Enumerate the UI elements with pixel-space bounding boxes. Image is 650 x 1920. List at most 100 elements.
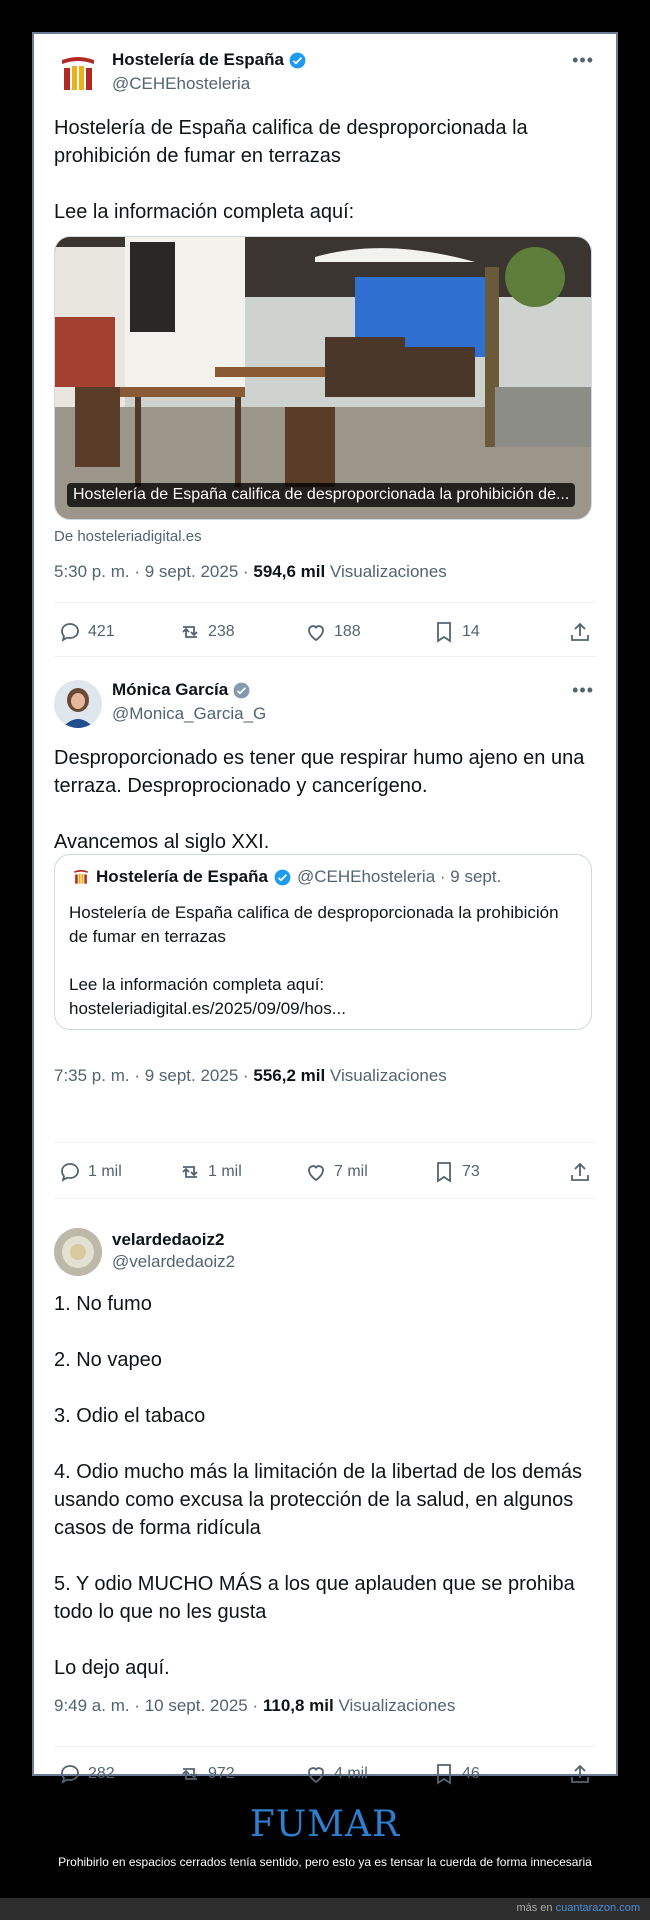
tweet-text: Desproporcionado es tener que respirar h… — [54, 747, 585, 853]
share-button[interactable] — [568, 1762, 592, 1786]
reply-button[interactable]: 421 — [58, 620, 115, 644]
retweet-count: 238 — [208, 623, 235, 640]
tweet-meta: 7:35 p. m. · 9 sept. 2025 · 556,2 mil Vi… — [54, 1066, 447, 1086]
quoted-handle[interactable]: @CEHEhosteleria · 9 sept. — [297, 867, 501, 887]
handle[interactable]: @Monica_Garcia_G — [112, 704, 266, 724]
bookmark-icon — [437, 1764, 451, 1785]
like-count: 4 mil — [334, 1765, 368, 1782]
tweet-monica-garcia[interactable]: Mónica García @Monica_Garcia_G ••• Despr… — [34, 668, 616, 1202]
bookmark-button[interactable]: 46 — [432, 1762, 480, 1786]
card-caption: Hostelería de España califica de desprop… — [67, 483, 576, 507]
bookmark-count: 14 — [462, 623, 480, 640]
site-link[interactable]: cuantarazon.com — [556, 1902, 640, 1914]
profile-photo — [54, 680, 102, 728]
tweet-meta: 5:30 p. m. · 9 sept. 2025 · 594,6 mil Vi… — [54, 562, 447, 582]
like-button[interactable]: 188 — [304, 620, 361, 644]
like-icon — [308, 1165, 324, 1182]
bookmark-icon — [437, 622, 451, 643]
avatar[interactable] — [54, 50, 102, 98]
timestamp[interactable]: 9:49 a. m. · 10 sept. 2025 · — [54, 1696, 263, 1715]
reply-icon — [61, 1163, 79, 1182]
retweet-icon — [182, 626, 198, 638]
share-icon — [571, 1764, 589, 1783]
retweet-icon — [182, 1166, 198, 1178]
reply-count: 1 mil — [88, 1163, 122, 1180]
reply-icon — [61, 1765, 79, 1784]
action-bar: 1 mil 1 mil 7 mil 73 — [54, 1152, 596, 1192]
share-button[interactable] — [568, 620, 592, 644]
hosteleria-logo-icon — [62, 57, 94, 90]
bookmark-button[interactable]: 14 — [432, 620, 480, 644]
display-name[interactable]: Hostelería de España — [112, 50, 284, 70]
post-title: FUMAR — [249, 1804, 401, 1845]
verified-icon — [274, 869, 291, 885]
divider — [54, 1142, 596, 1143]
retweet-icon — [182, 1768, 198, 1780]
post-subtitle: Prohibirlo en espacios cerrados tenía se… — [58, 1855, 592, 1869]
reply-count: 282 — [88, 1765, 115, 1782]
view-count: 556,2 mil — [253, 1066, 326, 1085]
like-count: 7 mil — [334, 1163, 368, 1180]
screenshot-frame: Hostelería de España @CEHEhosteleria •••… — [32, 32, 618, 1785]
retweet-button[interactable]: 972 — [178, 1762, 235, 1786]
card-source[interactable]: De hosteleriadigital.es — [54, 528, 202, 545]
action-bar: 421 238 188 14 — [54, 612, 596, 652]
tweet-meta: 9:49 a. m. · 10 sept. 2025 · 110,8 mil V… — [54, 1696, 455, 1716]
quoted-name[interactable]: Hostelería de España — [96, 867, 268, 887]
tweet-text: 1. No fumo 2. No vapeo 3. Odio el tabaco… — [54, 1293, 583, 1679]
more-icon[interactable]: ••• — [572, 50, 594, 71]
retweet-button[interactable]: 1 mil — [178, 1160, 242, 1184]
divider — [54, 1746, 596, 1747]
views-label: Visualizaciones — [325, 562, 447, 581]
more-icon[interactable]: ••• — [572, 680, 594, 701]
reply-button[interactable]: 1 mil — [58, 1160, 122, 1184]
verified-icon — [289, 52, 306, 68]
quoted-text: Hostelería de España califica de desprop… — [69, 903, 559, 1018]
tweet-text: Hostelería de España califica de desprop… — [54, 117, 528, 223]
reply-icon — [61, 623, 79, 642]
like-icon — [308, 625, 324, 642]
handle[interactable]: @CEHEhosteleria — [112, 74, 250, 94]
view-count: 594,6 mil — [253, 562, 326, 581]
display-name[interactable]: Mónica García — [112, 680, 228, 700]
like-count: 188 — [334, 623, 361, 640]
terrace-photo — [55, 237, 591, 519]
profile-photo — [54, 1228, 102, 1276]
views-label: Visualizaciones — [333, 1696, 456, 1715]
like-button[interactable]: 4 mil — [304, 1762, 368, 1786]
handle[interactable]: @velardedaoiz2 — [112, 1252, 235, 1272]
like-icon — [308, 1767, 324, 1784]
site-credit: más en cuantarazon.com — [516, 1902, 640, 1914]
bookmark-icon — [437, 1162, 451, 1183]
share-icon — [571, 622, 589, 641]
action-bar: 282 972 4 mil 46 — [54, 1754, 596, 1794]
link-card[interactable]: Hostelería de España califica de desprop… — [54, 236, 592, 520]
share-icon — [571, 1162, 589, 1181]
hosteleria-logo-icon — [74, 869, 88, 884]
divider — [54, 602, 596, 603]
bookmark-count: 73 — [462, 1163, 480, 1180]
display-name[interactable]: velardedaoiz2 — [112, 1230, 224, 1250]
tweet-hosteleria[interactable]: Hostelería de España @CEHEhosteleria •••… — [34, 34, 616, 668]
avatar[interactable] — [54, 1228, 102, 1276]
like-button[interactable]: 7 mil — [304, 1160, 368, 1184]
verified-icon — [233, 682, 250, 698]
reply-count: 421 — [88, 623, 115, 640]
divider — [54, 656, 596, 657]
divider — [54, 1198, 596, 1199]
avatar[interactable] — [54, 680, 102, 728]
retweet-count: 972 — [208, 1765, 235, 1782]
quoted-tweet[interactable]: Hostelería de España @CEHEhosteleria · 9… — [54, 854, 592, 1030]
retweet-button[interactable]: 238 — [178, 620, 235, 644]
timestamp[interactable]: 5:30 p. m. · 9 sept. 2025 · — [54, 562, 253, 581]
bookmark-count: 46 — [462, 1765, 480, 1782]
retweet-count: 1 mil — [208, 1163, 242, 1180]
reply-button[interactable]: 282 — [58, 1762, 115, 1786]
credit-prefix: más en — [516, 1902, 556, 1914]
bookmark-button[interactable]: 73 — [432, 1160, 480, 1184]
bottom-bar: más en cuantarazon.com — [0, 1898, 650, 1920]
share-button[interactable] — [568, 1160, 592, 1184]
tweet-velardedaoiz2[interactable]: velardedaoiz2 @velardedaoiz2 1. No fumo … — [34, 1202, 616, 1774]
timestamp[interactable]: 7:35 p. m. · 9 sept. 2025 · — [54, 1066, 253, 1085]
view-count: 110,8 mil — [262, 1696, 334, 1715]
